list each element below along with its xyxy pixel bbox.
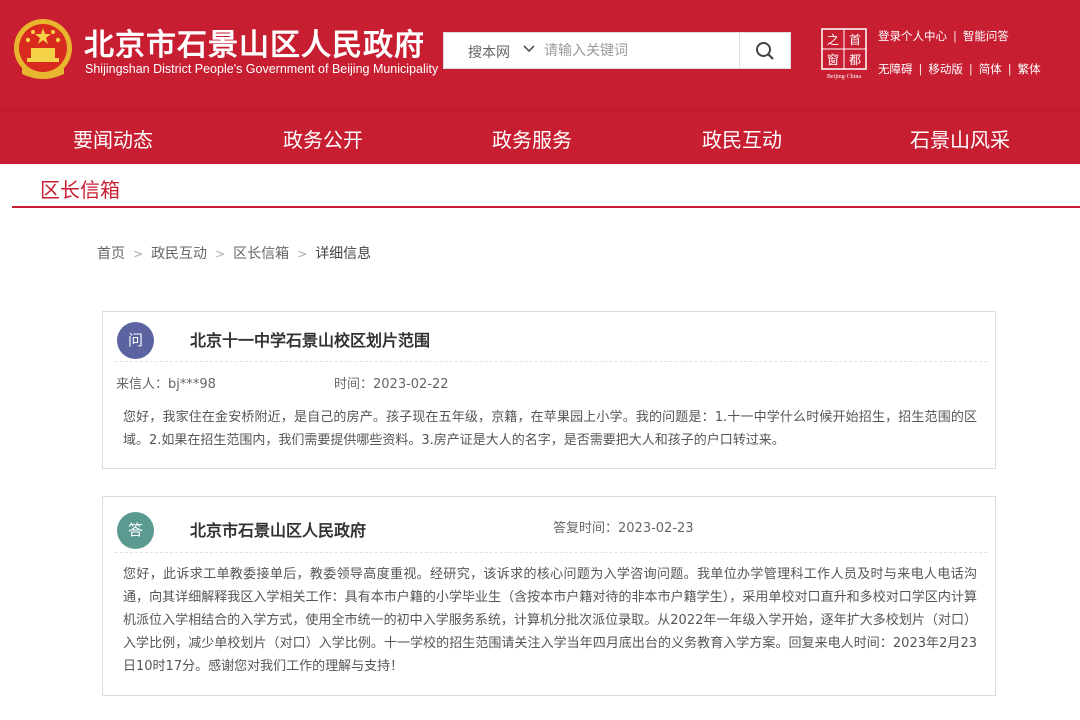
search-box: 搜本网 <box>443 32 791 69</box>
site-title[interactable]: 北京市石景山区人民政府 <box>84 20 425 64</box>
nav-item-services[interactable]: 政务服务 <box>492 124 572 153</box>
answer-body: 您好，此诉求工单教委接单后，教委领导高度重视。经研究，该诉求的核心问题为入学咨询… <box>123 567 977 674</box>
capital-beijing-logo-icon[interactable]: 之 首 窗 都 Beijing·China <box>820 28 868 80</box>
breadcrumb-separator: > <box>297 247 308 261</box>
breadcrumb-interaction[interactable]: 政民互动 <box>151 246 207 262</box>
answer-card: 答 北京市石景山区人民政府 答复时间：2023-02-23 您好，此诉求工单教委… <box>102 496 996 696</box>
separator: | <box>918 62 923 76</box>
accessibility-link[interactable]: 无障碍 <box>878 62 913 76</box>
divider <box>115 361 987 362</box>
search-icon <box>756 42 774 60</box>
divider <box>115 552 987 553</box>
question-card: 问 北京十一中学石景山校区划片范围 来信人：bj***98 时间：2023-02… <box>102 311 996 469</box>
logo-char: 首 <box>849 33 861 47</box>
breadcrumb-mailbox[interactable]: 区长信箱 <box>233 246 289 262</box>
search-input[interactable] <box>544 33 740 68</box>
utility-links-row2: 无障碍 | 移动版 | 简体 | 繁体 <box>878 61 1041 77</box>
logo-char: 之 <box>827 33 839 47</box>
logo-char: 窗 <box>827 53 839 67</box>
logo-char: 都 <box>849 53 861 67</box>
nav-item-news[interactable]: 要闻动态 <box>73 124 153 153</box>
simplified-link[interactable]: 简体 <box>979 62 1002 76</box>
utility-links-row1: 登录个人中心 | 智能问答 <box>878 28 1009 44</box>
search-button[interactable] <box>739 33 790 68</box>
answer-reply-time: 答复时间：2023-02-23 <box>553 521 694 536</box>
smart-qa-link[interactable]: 智能问答 <box>963 29 1009 43</box>
nav-item-shijingshan[interactable]: 石景山风采 <box>910 124 1010 153</box>
question-badge: 问 <box>117 322 154 359</box>
separator: | <box>953 29 957 43</box>
breadcrumb-home[interactable]: 首页 <box>97 246 125 262</box>
traditional-link[interactable]: 繁体 <box>1018 62 1041 76</box>
breadcrumb-current: 详细信息 <box>315 246 372 262</box>
breadcrumb: 首页 > 政民互动 > 区长信箱 > 详细信息 <box>97 243 371 263</box>
nav-item-gov-affairs[interactable]: 政务公开 <box>283 124 363 153</box>
separator: | <box>1007 62 1012 76</box>
nav-item-interaction[interactable]: 政民互动 <box>702 124 782 153</box>
national-emblem-icon[interactable] <box>12 18 74 82</box>
separator: | <box>968 62 973 76</box>
breadcrumb-separator: > <box>215 247 226 261</box>
answer-title: 北京市石景山区人民政府 <box>190 521 367 540</box>
section-divider <box>12 206 1080 208</box>
search-scope-select[interactable]: 搜本网 <box>468 42 510 62</box>
question-title: 北京十一中学石景山校区划片范围 <box>190 331 431 350</box>
question-time: 时间：2023-02-22 <box>334 377 449 392</box>
question-sender: 来信人：bj***98 <box>116 377 216 392</box>
login-link[interactable]: 登录个人中心 <box>878 29 947 43</box>
chevron-down-icon[interactable] <box>522 41 536 55</box>
site-subtitle: Shijingshan District People's Government… <box>85 62 439 76</box>
answer-badge: 答 <box>117 512 154 549</box>
main-nav: 要闻动态 政务公开 政务服务 政民互动 石景山风采 <box>0 110 1080 164</box>
mobile-link[interactable]: 移动版 <box>928 62 963 76</box>
question-body: 您好，我家住在金安桥附近，是自己的房产。孩子现在五年级，京籍，在苹果园上小学。我… <box>123 410 977 448</box>
breadcrumb-separator: > <box>133 247 144 261</box>
section-title: 区长信箱 <box>40 178 120 202</box>
site-header: 北京市石景山区人民政府 Shijingshan District People'… <box>0 0 1080 110</box>
logo-caption: Beijing·China <box>827 74 861 80</box>
